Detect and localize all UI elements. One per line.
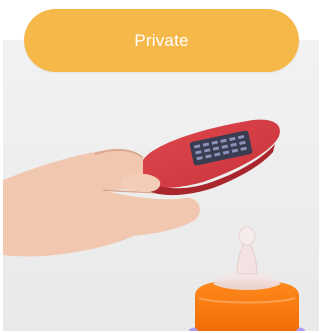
product-photo-card (3, 40, 319, 331)
product-photo (3, 40, 319, 331)
private-filter-button[interactable]: Private (24, 9, 299, 72)
